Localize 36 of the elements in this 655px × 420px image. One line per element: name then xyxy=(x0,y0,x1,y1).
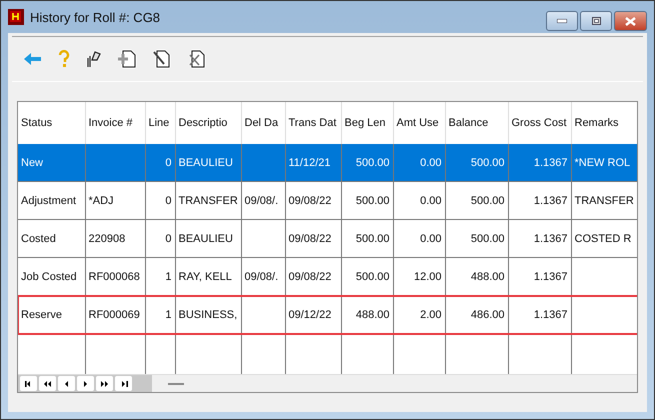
add-document-icon[interactable] xyxy=(117,50,137,68)
table-cell: 1 xyxy=(145,296,175,334)
table-cell: 09/12/22 xyxy=(285,296,341,334)
window-title: History for Roll #: CG8 xyxy=(30,10,160,24)
delete-document-icon[interactable] xyxy=(187,50,207,68)
table-cell: BUSINESS, xyxy=(175,296,241,334)
first-record-button[interactable] xyxy=(20,376,37,391)
previous-button[interactable] xyxy=(58,376,75,391)
table-cell: 2.00 xyxy=(393,296,445,334)
table-row[interactable]: New 0 BEAULIEU 11/12/21 500.00 0.00 500.00 1.1367 *NEW ROL xyxy=(18,144,637,182)
table-cell: 1.1367 xyxy=(508,296,571,334)
app-logo-icon xyxy=(8,9,24,25)
maximize-button[interactable] xyxy=(580,11,612,31)
double-arrow-icon xyxy=(100,378,110,388)
wand-icon[interactable] xyxy=(86,50,102,68)
back-arrow-icon[interactable] xyxy=(24,52,42,66)
fast-forward-button[interactable] xyxy=(96,376,113,391)
table-row[interactable]: Costed 220908 0 BEAULIEU 09/08/22 500.00 0.00 500.00 1.1367 COSTED R xyxy=(18,220,637,258)
double-arrow-icon xyxy=(42,378,52,388)
rewind-button[interactable] xyxy=(39,376,56,391)
edit-document-icon[interactable] xyxy=(152,50,172,68)
table-cell: Reserve xyxy=(18,296,85,334)
table-cell: 486.00 xyxy=(445,296,508,334)
table-cell: 488.00 xyxy=(341,296,393,334)
close-button[interactable] xyxy=(614,11,647,31)
last-record-button[interactable] xyxy=(115,376,132,391)
table-cell: RF000069 xyxy=(85,296,145,334)
maximize-icon xyxy=(592,17,600,25)
close-icon xyxy=(625,16,636,26)
minimize-icon xyxy=(557,19,567,23)
table-row[interactable]: Adjustment *ADJ 0 TRANSFER 09/08/. 09/08/22 500.00 0.00 500.00 1.1367 TRANSFER xyxy=(18,182,637,220)
next-button[interactable] xyxy=(77,376,94,391)
highlighted-table-row[interactable]: Reserve RF000069 1 BUSINESS, 09/12/22 488.00 2.00 486.00 1.1367 xyxy=(18,296,637,334)
table-row[interactable]: Job Costed RF000068 1 RAY, KELL 09/08/. 09/08/22 500.00 12.00 488.00 1.1367 xyxy=(18,258,637,296)
scrollbar-thumb[interactable] xyxy=(168,383,184,385)
minimize-button[interactable] xyxy=(546,11,578,31)
